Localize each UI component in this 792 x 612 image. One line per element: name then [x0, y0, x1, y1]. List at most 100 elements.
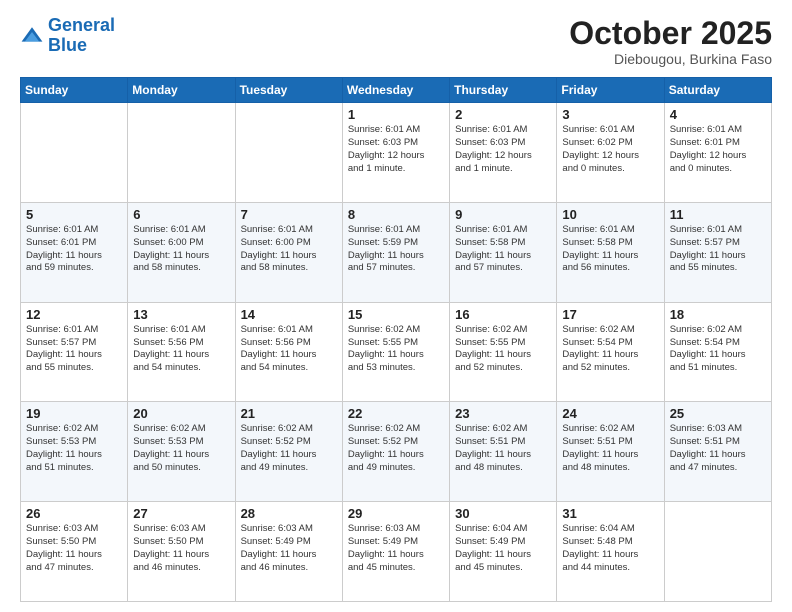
- calendar-cell: 5 Sunrise: 6:01 AM Sunset: 6:01 PM Daylig…: [21, 202, 128, 302]
- calendar-week-row: 19 Sunrise: 6:02 AM Sunset: 5:53 PM Dayli…: [21, 402, 772, 502]
- day-info: Sunrise: 6:03 AM Sunset: 5:50 PM Dayligh…: [133, 523, 229, 574]
- calendar-cell: 26Sunrise: 6:03 AM Sunset: 5:50 PM Dayli…: [21, 502, 128, 602]
- day-number: 23: [455, 406, 551, 421]
- day-number: 8: [348, 207, 444, 222]
- calendar-cell: 21 Sunrise: 6:02 AM Sunset: 5:52 PM Dayli…: [235, 402, 342, 502]
- calendar-week-row: 5 Sunrise: 6:01 AM Sunset: 6:01 PM Daylig…: [21, 202, 772, 302]
- day-number: 5: [26, 207, 122, 222]
- calendar-week-row: 26Sunrise: 6:03 AM Sunset: 5:50 PM Dayli…: [21, 502, 772, 602]
- calendar-cell: 15 Sunrise: 6:02 AM Sunset: 5:55 PM Dayli…: [342, 302, 449, 402]
- day-number: 7: [241, 207, 337, 222]
- day-info: Sunrise: 6:03 AM Sunset: 5:51 PM Dayligh…: [670, 423, 766, 474]
- calendar-week-row: 1 Sunrise: 6:01 AM Sunset: 6:03 PM Daylig…: [21, 103, 772, 203]
- location: Diebougou, Burkina Faso: [569, 51, 772, 67]
- day-info: Sunrise: 6:03 AM Sunset: 5:49 PM Dayligh…: [348, 523, 444, 574]
- day-number: 1: [348, 107, 444, 122]
- calendar-cell: 19 Sunrise: 6:02 AM Sunset: 5:53 PM Dayli…: [21, 402, 128, 502]
- day-info: Sunrise: 6:01 AM Sunset: 6:02 PM Dayligh…: [562, 124, 658, 175]
- day-info: Sunrise: 6:01 AM Sunset: 6:03 PM Dayligh…: [455, 124, 551, 175]
- logo-text: General Blue: [48, 16, 115, 56]
- logo-line2: Blue: [48, 35, 87, 55]
- day-number: 28: [241, 506, 337, 521]
- day-info: Sunrise: 6:02 AM Sunset: 5:53 PM Dayligh…: [133, 423, 229, 474]
- month-title: October 2025: [569, 16, 772, 51]
- calendar-cell: 31 Sunrise: 6:04 AM Sunset: 5:48 PM Dayli…: [557, 502, 664, 602]
- day-info: Sunrise: 6:04 AM Sunset: 5:49 PM Dayligh…: [455, 523, 551, 574]
- day-info: Sunrise: 6:01 AM Sunset: 5:59 PM Dayligh…: [348, 224, 444, 275]
- calendar-cell: 27Sunrise: 6:03 AM Sunset: 5:50 PM Dayli…: [128, 502, 235, 602]
- day-info: Sunrise: 6:03 AM Sunset: 5:50 PM Dayligh…: [26, 523, 122, 574]
- calendar-cell: 1 Sunrise: 6:01 AM Sunset: 6:03 PM Daylig…: [342, 103, 449, 203]
- calendar-cell: 18 Sunrise: 6:02 AM Sunset: 5:54 PM Dayli…: [664, 302, 771, 402]
- day-info: Sunrise: 6:02 AM Sunset: 5:51 PM Dayligh…: [562, 423, 658, 474]
- day-number: 14: [241, 307, 337, 322]
- calendar-cell: 6Sunrise: 6:01 AM Sunset: 6:00 PM Daylig…: [128, 202, 235, 302]
- calendar-cell: 24Sunrise: 6:02 AM Sunset: 5:51 PM Dayli…: [557, 402, 664, 502]
- calendar-cell: 22Sunrise: 6:02 AM Sunset: 5:52 PM Dayli…: [342, 402, 449, 502]
- logo-line1: General: [48, 15, 115, 35]
- day-number: 3: [562, 107, 658, 122]
- day-number: 31: [562, 506, 658, 521]
- page: General Blue October 2025 Diebougou, Bur…: [0, 0, 792, 612]
- day-number: 17: [562, 307, 658, 322]
- day-number: 21: [241, 406, 337, 421]
- calendar-cell: 3 Sunrise: 6:01 AM Sunset: 6:02 PM Daylig…: [557, 103, 664, 203]
- day-info: Sunrise: 6:01 AM Sunset: 6:01 PM Dayligh…: [670, 124, 766, 175]
- calendar-day-header: Friday: [557, 78, 664, 103]
- day-number: 15: [348, 307, 444, 322]
- calendar-cell: 20Sunrise: 6:02 AM Sunset: 5:53 PM Dayli…: [128, 402, 235, 502]
- day-number: 12: [26, 307, 122, 322]
- day-info: Sunrise: 6:01 AM Sunset: 5:56 PM Dayligh…: [133, 324, 229, 375]
- logo: General Blue: [20, 16, 115, 56]
- calendar-cell: 7 Sunrise: 6:01 AM Sunset: 6:00 PM Daylig…: [235, 202, 342, 302]
- day-info: Sunrise: 6:02 AM Sunset: 5:55 PM Dayligh…: [348, 324, 444, 375]
- day-info: Sunrise: 6:01 AM Sunset: 6:01 PM Dayligh…: [26, 224, 122, 275]
- day-info: Sunrise: 6:01 AM Sunset: 5:58 PM Dayligh…: [562, 224, 658, 275]
- calendar-day-header: Monday: [128, 78, 235, 103]
- day-number: 2: [455, 107, 551, 122]
- calendar-cell: 8 Sunrise: 6:01 AM Sunset: 5:59 PM Daylig…: [342, 202, 449, 302]
- day-info: Sunrise: 6:02 AM Sunset: 5:54 PM Dayligh…: [670, 324, 766, 375]
- day-number: 10: [562, 207, 658, 222]
- title-area: October 2025 Diebougou, Burkina Faso: [569, 16, 772, 67]
- logo-icon: [20, 24, 44, 48]
- day-number: 13: [133, 307, 229, 322]
- day-info: Sunrise: 6:01 AM Sunset: 5:57 PM Dayligh…: [670, 224, 766, 275]
- calendar-day-header: Tuesday: [235, 78, 342, 103]
- calendar-cell: 10 Sunrise: 6:01 AM Sunset: 5:58 PM Dayli…: [557, 202, 664, 302]
- day-info: Sunrise: 6:02 AM Sunset: 5:54 PM Dayligh…: [562, 324, 658, 375]
- calendar-cell: 30Sunrise: 6:04 AM Sunset: 5:49 PM Dayli…: [450, 502, 557, 602]
- calendar-cell: 4Sunrise: 6:01 AM Sunset: 6:01 PM Daylig…: [664, 103, 771, 203]
- calendar-cell: 9 Sunrise: 6:01 AM Sunset: 5:58 PM Daylig…: [450, 202, 557, 302]
- calendar-cell: 13 Sunrise: 6:01 AM Sunset: 5:56 PM Dayli…: [128, 302, 235, 402]
- calendar-cell: 12 Sunrise: 6:01 AM Sunset: 5:57 PM Dayli…: [21, 302, 128, 402]
- calendar-cell: 2 Sunrise: 6:01 AM Sunset: 6:03 PM Daylig…: [450, 103, 557, 203]
- day-info: Sunrise: 6:01 AM Sunset: 6:00 PM Dayligh…: [241, 224, 337, 275]
- calendar-day-header: Wednesday: [342, 78, 449, 103]
- day-number: 22: [348, 406, 444, 421]
- day-info: Sunrise: 6:03 AM Sunset: 5:49 PM Dayligh…: [241, 523, 337, 574]
- day-number: 19: [26, 406, 122, 421]
- day-info: Sunrise: 6:01 AM Sunset: 6:03 PM Dayligh…: [348, 124, 444, 175]
- calendar-header-row: SundayMondayTuesdayWednesdayThursdayFrid…: [21, 78, 772, 103]
- day-number: 25: [670, 406, 766, 421]
- day-info: Sunrise: 6:01 AM Sunset: 5:58 PM Dayligh…: [455, 224, 551, 275]
- day-info: Sunrise: 6:01 AM Sunset: 5:56 PM Dayligh…: [241, 324, 337, 375]
- calendar-cell: [21, 103, 128, 203]
- calendar-cell: 25 Sunrise: 6:03 AM Sunset: 5:51 PM Dayli…: [664, 402, 771, 502]
- day-info: Sunrise: 6:04 AM Sunset: 5:48 PM Dayligh…: [562, 523, 658, 574]
- day-info: Sunrise: 6:02 AM Sunset: 5:53 PM Dayligh…: [26, 423, 122, 474]
- day-number: 18: [670, 307, 766, 322]
- day-info: Sunrise: 6:01 AM Sunset: 5:57 PM Dayligh…: [26, 324, 122, 375]
- calendar-day-header: Sunday: [21, 78, 128, 103]
- day-info: Sunrise: 6:02 AM Sunset: 5:52 PM Dayligh…: [241, 423, 337, 474]
- calendar-cell: 23Sunrise: 6:02 AM Sunset: 5:51 PM Dayli…: [450, 402, 557, 502]
- day-number: 9: [455, 207, 551, 222]
- day-number: 11: [670, 207, 766, 222]
- calendar-day-header: Thursday: [450, 78, 557, 103]
- day-info: Sunrise: 6:01 AM Sunset: 6:00 PM Dayligh…: [133, 224, 229, 275]
- day-number: 29: [348, 506, 444, 521]
- day-info: Sunrise: 6:02 AM Sunset: 5:55 PM Dayligh…: [455, 324, 551, 375]
- header: General Blue October 2025 Diebougou, Bur…: [20, 16, 772, 67]
- calendar-cell: [664, 502, 771, 602]
